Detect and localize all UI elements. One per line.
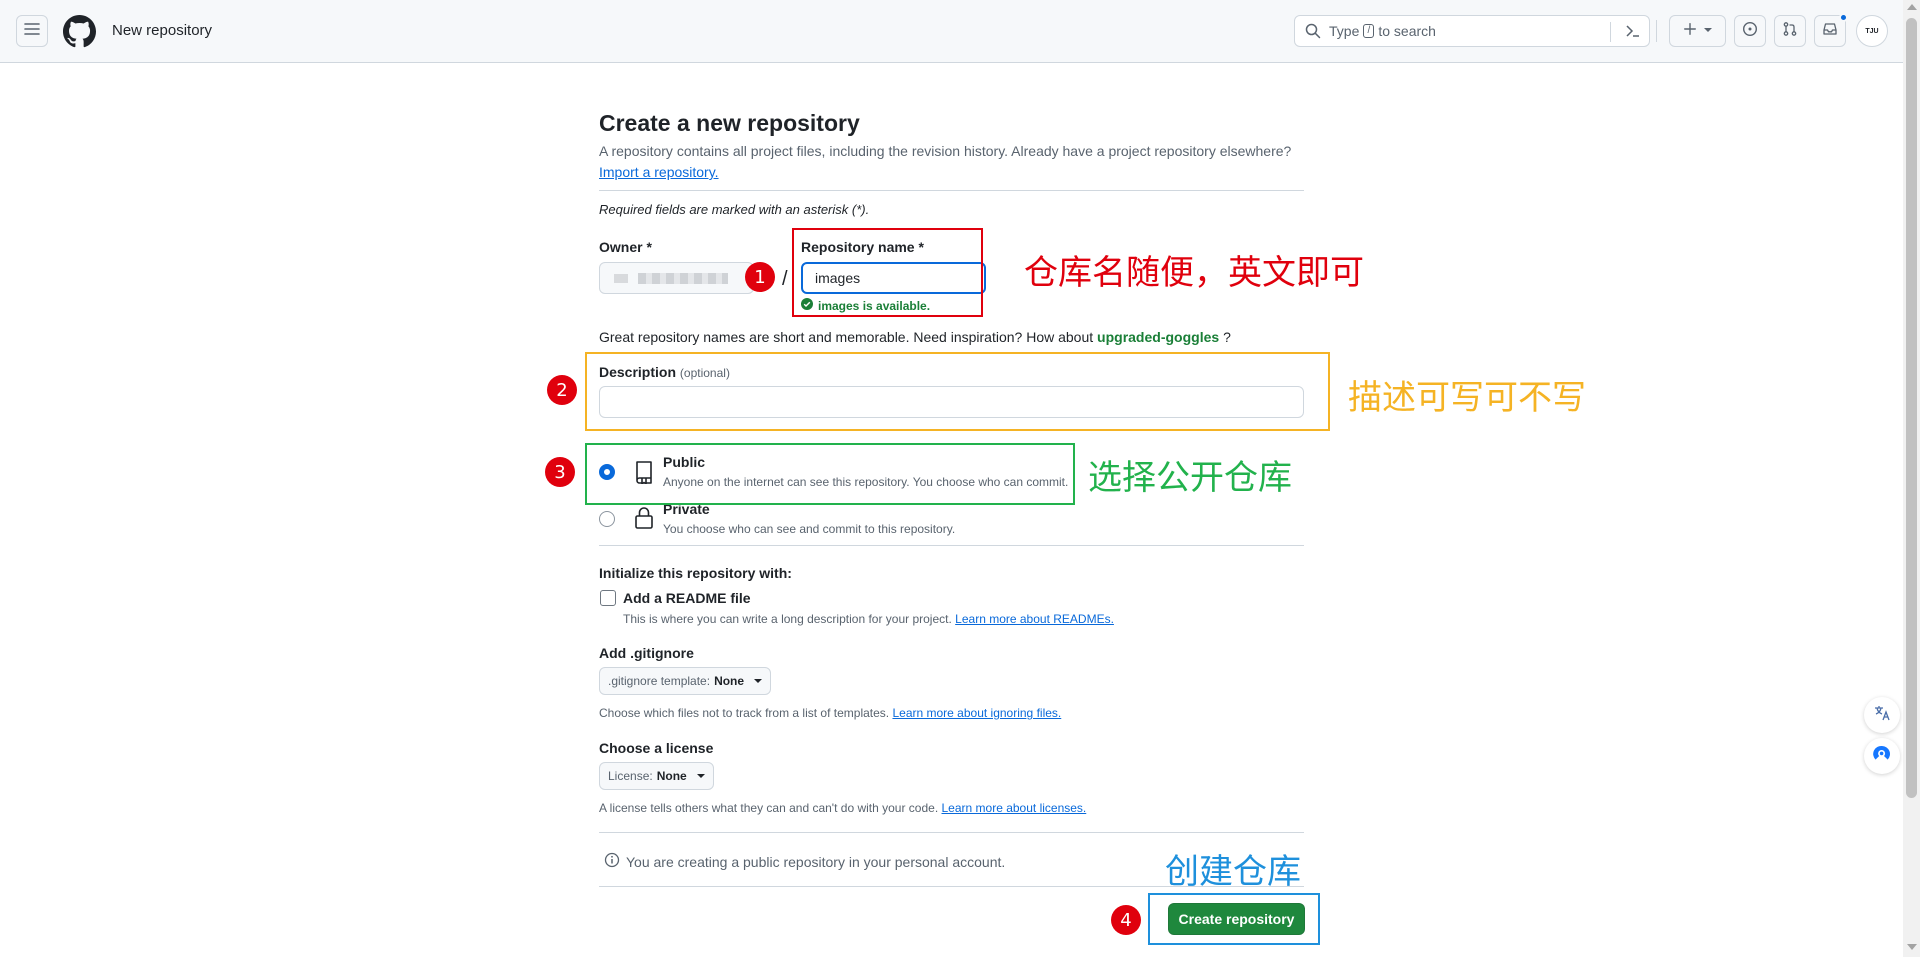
readme-desc: This is where you can write a long descr… [623, 612, 952, 626]
license-help: A license tells others what they can and… [599, 801, 1086, 815]
assistant-icon [1872, 744, 1892, 769]
hamburger-icon [24, 21, 40, 42]
license-learn-more-link[interactable]: Learn more about licenses. [942, 801, 1087, 815]
search-shortcut-key: / [1363, 24, 1375, 38]
annotation-text-4: 创建仓库 [1165, 852, 1301, 892]
annotation-box-1 [792, 228, 983, 317]
divider [599, 190, 1304, 191]
issue-icon [1742, 21, 1758, 42]
readme-learn-more-link[interactable]: Learn more about READMEs. [955, 612, 1114, 626]
pull-request-icon [1782, 21, 1798, 42]
page-context-title[interactable]: New repository [112, 22, 212, 39]
chevron-down-icon [1703, 22, 1713, 40]
import-repository-link[interactable]: Import a repository. [599, 164, 719, 180]
gitignore-select-prefix: .gitignore template: [608, 674, 711, 688]
suggestion-prefix: Great repository names are short and mem… [599, 329, 1094, 345]
create-new-button[interactable] [1669, 15, 1726, 47]
license-desc: A license tells others what they can and… [599, 801, 939, 815]
readme-help: This is where you can write a long descr… [623, 612, 1114, 626]
annotation-number-2: 2 [547, 375, 577, 405]
search-divider [1610, 22, 1611, 42]
gitignore-template-select[interactable]: .gitignore template: None [599, 667, 772, 695]
owner-label: Owner * [599, 239, 652, 255]
plus-icon [1683, 22, 1697, 41]
inbox-icon [1822, 21, 1838, 42]
suggested-name-link[interactable]: upgraded-goggles [1097, 329, 1219, 345]
divider [599, 832, 1304, 833]
global-header: New repository Type / to search TJU [0, 0, 1903, 63]
annotation-box-4 [1148, 893, 1320, 945]
owner-select[interactable] [599, 262, 754, 294]
scroll-down-arrow[interactable] [1907, 944, 1917, 950]
owner-name-blurred [638, 273, 728, 284]
owner-avatar-blurred [614, 274, 628, 283]
license-select-prefix: License: [608, 769, 653, 783]
readme-label[interactable]: Add a README file [623, 590, 751, 606]
annotation-box-3 [585, 443, 1075, 505]
private-radio[interactable] [599, 511, 615, 527]
readme-checkbox[interactable] [600, 590, 616, 606]
scroll-up-arrow[interactable] [1907, 4, 1917, 10]
caret-down-icon [754, 679, 763, 683]
suggestion-suffix: ? [1223, 329, 1231, 345]
init-label: Initialize this repository with: [599, 565, 792, 581]
caret-down-icon [696, 774, 705, 778]
license-select[interactable]: License: None [599, 762, 714, 790]
gitignore-label: Add .gitignore [599, 645, 694, 661]
scrollbar-thumb[interactable] [1906, 18, 1917, 798]
notification-dot [1839, 13, 1848, 22]
header-divider [1656, 20, 1657, 42]
menu-button[interactable] [16, 15, 48, 47]
intro-text: A repository contains all project files,… [599, 143, 1292, 159]
annotation-text-2: 描述可写可不写 [1348, 378, 1586, 418]
lock-icon [634, 506, 654, 535]
gitignore-learn-more-link[interactable]: Learn more about ignoring files. [892, 706, 1061, 720]
private-description: You choose who can see and commit to thi… [663, 522, 956, 536]
annotation-text-3: 选择公开仓库 [1088, 458, 1292, 498]
visibility-info-text: You are creating a public repository in … [626, 853, 1006, 870]
command-palette-icon[interactable] [1625, 23, 1641, 42]
info-icon [604, 852, 620, 871]
search-icon [1305, 23, 1321, 39]
owner-repo-separator: / [782, 268, 788, 290]
issues-button[interactable] [1734, 15, 1766, 47]
page-title: Create a new repository [599, 110, 860, 136]
visibility-info: You are creating a public repository in … [604, 852, 1005, 871]
gitignore-desc: Choose which files not to track from a l… [599, 706, 890, 720]
annotation-number-4: 4 [1111, 905, 1141, 935]
annotation-box-2 [585, 352, 1330, 431]
inbox-button[interactable] [1814, 13, 1848, 47]
gitignore-select-value: None [714, 674, 745, 688]
avatar[interactable]: TJU [1856, 15, 1888, 47]
translate-icon [1873, 704, 1891, 727]
annotation-number-1: 1 [745, 262, 775, 292]
github-logo-icon[interactable] [63, 15, 96, 48]
search-input[interactable]: Type / to search [1294, 15, 1650, 47]
gitignore-help: Choose which files not to track from a l… [599, 706, 1061, 720]
license-select-value: None [656, 769, 687, 783]
search-placeholder-prefix: Type [1329, 23, 1360, 39]
annotation-number-3: 3 [545, 457, 575, 487]
pull-requests-button[interactable] [1774, 15, 1806, 47]
divider [599, 545, 1304, 546]
annotation-text-1: 仓库名随便，英文即可 [1024, 253, 1364, 293]
assistant-button[interactable] [1864, 738, 1900, 774]
translate-button[interactable] [1864, 697, 1900, 733]
required-fields-note: Required fields are marked with an aster… [599, 202, 870, 217]
license-label: Choose a license [599, 740, 714, 756]
search-placeholder-suffix: to search [1378, 23, 1436, 39]
name-suggestion: Great repository names are short and mem… [599, 329, 1231, 345]
